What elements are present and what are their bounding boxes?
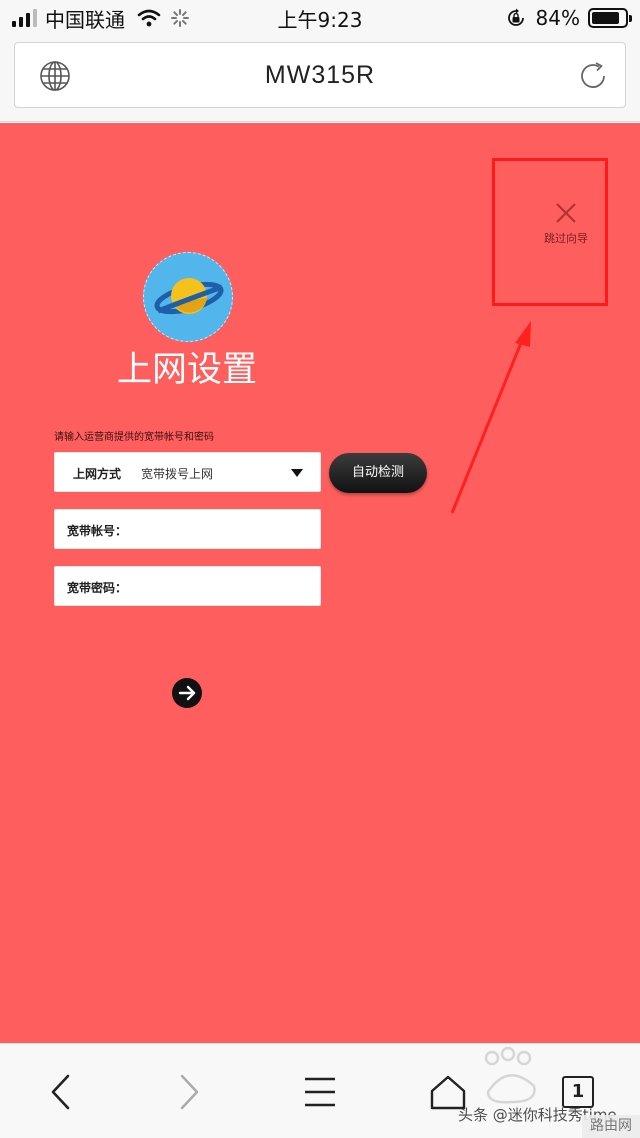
broadband-account-input[interactable] [125, 516, 310, 542]
auto-detect-button[interactable]: 自动检测 [329, 453, 427, 493]
dropdown-arrow-icon[interactable] [291, 469, 303, 477]
connection-method-value: 宽带拨号上网 [141, 467, 214, 481]
forward-icon [180, 1074, 199, 1109]
planet-logo-icon [143, 252, 233, 342]
broadband-account-label: 宽带帐号： [67, 524, 128, 538]
page-url-title: MW315R [264, 61, 376, 89]
back-icon [51, 1074, 70, 1109]
tab-count: 1 [571, 1081, 585, 1102]
menu-button[interactable] [290, 1044, 350, 1138]
forward-button[interactable] [160, 1044, 220, 1138]
orientation-lock-icon [507, 8, 524, 26]
status-left: 中国联通 [12, 6, 189, 32]
next-button[interactable] [172, 678, 202, 708]
paw-watermark-icon [484, 1046, 536, 1104]
broadband-account-field[interactable]: 宽带帐号： [54, 509, 321, 549]
signal-icon [12, 9, 37, 27]
page-title: 上网设置 [116, 350, 257, 390]
back-button[interactable] [30, 1044, 90, 1138]
broadband-password-field[interactable]: 宽带密码： [54, 566, 321, 606]
connection-method-select[interactable]: 上网方式 宽带拨号上网 [54, 452, 321, 492]
loading-spinner-icon [171, 9, 189, 27]
address-bar[interactable]: MW315R [14, 42, 626, 108]
tabs-icon: 1 [562, 1075, 594, 1108]
instruction-text: 请输入运营商提供的宽带帐号和密码 [54, 432, 214, 443]
browser-header: MW315R [0, 36, 640, 122]
arrow-right-icon [178, 685, 196, 701]
battery-icon [588, 8, 632, 28]
carrier-name: 中国联通 [45, 7, 125, 32]
broadband-password-input[interactable] [125, 573, 310, 599]
reload-icon[interactable] [577, 60, 609, 92]
battery-percentage: 84% [535, 6, 580, 30]
broadband-password-label: 宽带密码： [67, 581, 128, 595]
globe-icon[interactable] [39, 60, 71, 92]
router-setup-page: 跳过向导 上网设置 请输入运营商提供的宽带帐号和密码 上网方式 宽带拨号上网 自… [0, 123, 640, 1043]
screen: 中国联通 上午9:23 84% MW315R 跳过向导 上网设置 请输入运营商提… [0, 0, 640, 1138]
menu-icon [305, 1077, 335, 1106]
status-bar: 中国联通 上午9:23 84% [0, 0, 640, 36]
status-right: 84% [506, 6, 632, 30]
watermark-corner: 路由网 [582, 1115, 640, 1138]
connection-method-label: 上网方式 [73, 467, 122, 481]
wifi-icon [137, 9, 161, 27]
